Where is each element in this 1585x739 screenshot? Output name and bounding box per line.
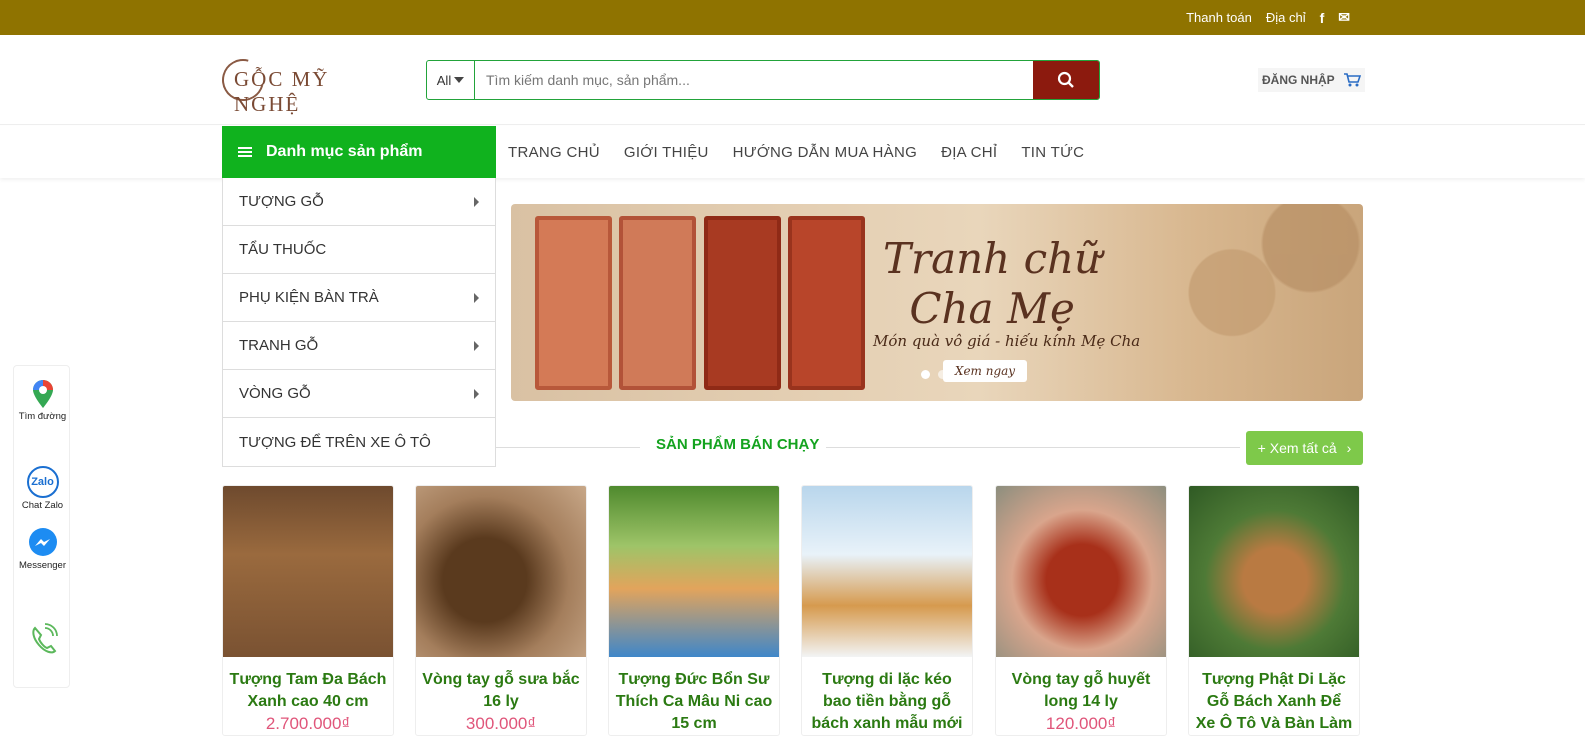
product-card[interactable]: Tượng di lặc kéo bao tiền bằng gỗ bách x… xyxy=(801,485,973,736)
banner-panel-image xyxy=(704,216,781,390)
hamburger-icon xyxy=(238,147,252,157)
section-divider xyxy=(826,447,1240,448)
sidebar-item-wood-statue[interactable]: TƯỢNG GỖ xyxy=(223,178,495,226)
product-name[interactable]: Tượng Phật Di Lặc Gỗ Bách Xanh Để Xe Ô T… xyxy=(1189,657,1359,735)
product-name[interactable]: Tượng di lặc kéo bao tiền bằng gỗ bách x… xyxy=(802,657,972,735)
product-card[interactable]: Vòng tay gỗ sưa bắc 16 ly 300.000₫ xyxy=(415,485,587,736)
sidebar-item-bracelet[interactable]: VÒNG GỖ xyxy=(223,370,495,418)
product-image[interactable] xyxy=(223,486,393,657)
mail-icon[interactable]: ✉ xyxy=(1338,9,1350,26)
nav-news[interactable]: TIN TỨC xyxy=(1021,144,1084,161)
floating-contact-bar: Tìm đường Zalo Chat Zalo Messenger xyxy=(13,365,70,688)
product-name[interactable]: Tượng Đức Bổn Sư Thích Ca Mâu Ni cao 15 … xyxy=(609,657,779,735)
banner-panel-image xyxy=(619,216,696,390)
category-menu-label: Danh mục sản phẩm xyxy=(266,143,423,160)
search-button[interactable] xyxy=(1033,61,1099,99)
messenger-button[interactable]: Messenger xyxy=(14,528,71,571)
banner-carving-image xyxy=(1101,204,1363,401)
sidebar-item-label: TRANH GỖ xyxy=(239,337,319,354)
category-menu-button[interactable]: Danh mục sản phẩm xyxy=(222,126,496,178)
product-card[interactable]: Tượng Đức Bổn Sư Thích Ca Mâu Ni cao 15 … xyxy=(608,485,780,736)
see-all-button[interactable]: + Xem tất cả › xyxy=(1246,431,1363,465)
sidebar-item-wood-painting[interactable]: TRANH GỖ xyxy=(223,322,495,370)
logo-text: GỖC MỸ NGHỆ xyxy=(234,67,330,116)
login-label: ĐĂNG NHẬP xyxy=(1262,73,1335,87)
sidebar-item-label: TẨU THUỐC xyxy=(239,241,327,258)
main-menu: TRANG CHỦ GIỚI THIỆU HƯỚNG DẪN MUA HÀNG … xyxy=(508,126,1084,178)
search-input[interactable] xyxy=(475,61,1033,99)
sidebar-item-label: TƯỢNG GỖ xyxy=(239,193,324,210)
facebook-icon[interactable]: f xyxy=(1320,10,1325,26)
product-price: 120.000₫ xyxy=(1045,714,1117,733)
product-image[interactable] xyxy=(1189,486,1359,657)
category-sidebar: TƯỢNG GỖ TẨU THUỐC PHỤ KIỆN BÀN TRÀ TRAN… xyxy=(222,178,496,467)
site-logo[interactable]: GỖC MỸ NGHỆ xyxy=(214,51,402,116)
product-card[interactable]: Tượng Phật Di Lặc Gỗ Bách Xanh Để Xe Ô T… xyxy=(1188,485,1360,736)
chevron-right-icon xyxy=(474,340,479,351)
sidebar-item-car-statue[interactable]: TƯỢNG ĐỂ TRÊN XE Ô TÔ xyxy=(223,418,495,466)
sidebar-item-label: TƯỢNG ĐỂ TRÊN XE Ô TÔ xyxy=(239,433,431,451)
directions-label: Tìm đường xyxy=(18,411,67,422)
banner-panel-image xyxy=(535,216,612,390)
search-icon xyxy=(1057,71,1074,88)
see-all-label: + Xem tất cả xyxy=(1257,440,1337,456)
nav-address[interactable]: ĐỊA CHỈ xyxy=(941,144,997,161)
chevron-right-icon xyxy=(474,292,479,303)
carousel-dot[interactable] xyxy=(921,370,930,379)
section-divider xyxy=(496,447,640,448)
zalo-icon: Zalo xyxy=(26,466,59,498)
sidebar-item-pipe[interactable]: TẨU THUỐC xyxy=(223,226,495,274)
banner-title-line1: Tranh chữ xyxy=(883,234,1102,283)
section-title: SẢN PHẨM BÁN CHẠY xyxy=(656,436,820,453)
product-price: 300.000₫ xyxy=(465,714,537,733)
messenger-icon xyxy=(28,528,57,556)
nav-home[interactable]: TRANG CHỦ xyxy=(508,144,600,161)
banner-subtitle: Món quà vô giá - hiếu kính Mẹ Cha xyxy=(873,332,1141,350)
address-link[interactable]: Địa chỉ xyxy=(1266,10,1306,25)
product-image[interactable] xyxy=(416,486,586,657)
chevron-down-icon xyxy=(454,77,465,83)
payment-link[interactable]: Thanh toán xyxy=(1186,10,1252,25)
sidebar-item-label: VÒNG GỖ xyxy=(239,385,311,402)
product-card[interactable]: Vòng tay gỗ huyết long 14 ly 120.000₫ xyxy=(995,485,1167,736)
nav-about[interactable]: GIỚI THIỆU xyxy=(624,144,709,161)
search-category-select[interactable]: All xyxy=(427,61,475,99)
hero-banner[interactable]: Tranh chữ Cha Mẹ Món quà vô giá - hiếu k… xyxy=(511,204,1363,401)
search-category-label: All xyxy=(436,72,452,88)
nav-guide[interactable]: HƯỚNG DẪN MUA HÀNG xyxy=(733,144,917,161)
cart-icon[interactable] xyxy=(1343,72,1361,88)
chevron-right-icon xyxy=(474,196,479,207)
product-image[interactable] xyxy=(609,486,779,657)
product-card[interactable]: Tượng Tam Đa Bách Xanh cao 40 cm 2.700.0… xyxy=(222,485,394,736)
banner-title: Tranh chữ Cha Mẹ xyxy=(883,234,1101,334)
search-bar: All xyxy=(426,60,1100,100)
banner-cta-button[interactable]: Xem ngay xyxy=(943,360,1027,382)
login-button[interactable]: ĐĂNG NHẬP xyxy=(1258,68,1365,92)
banner-panel-image xyxy=(788,216,865,390)
site-header: GỖC MỸ NGHỆ All ĐĂNG NHẬP xyxy=(0,35,1585,125)
product-price: 2.700.000₫ xyxy=(265,714,351,733)
product-name[interactable]: Tượng Tam Đa Bách Xanh cao 40 cm xyxy=(223,657,393,713)
banner-title-line2: Cha Mẹ xyxy=(909,284,1075,333)
call-button[interactable] xyxy=(14,622,71,660)
phone-icon xyxy=(31,623,58,654)
product-name[interactable]: Vòng tay gỗ huyết long 14 ly xyxy=(996,657,1166,713)
product-image[interactable] xyxy=(802,486,972,657)
messenger-label: Messenger xyxy=(19,560,66,571)
product-image[interactable] xyxy=(996,486,1166,657)
chevron-right-icon xyxy=(474,388,479,399)
sidebar-item-tea-accessories[interactable]: PHỤ KIỆN BÀN TRÀ xyxy=(223,274,495,322)
directions-button[interactable]: Tìm đường xyxy=(14,379,71,422)
top-bar: Thanh toán Địa chỉ f ✉ xyxy=(0,0,1585,35)
zalo-button[interactable]: Zalo Chat Zalo xyxy=(14,466,71,511)
zalo-label: Chat Zalo xyxy=(21,500,64,511)
chevron-right-icon: › xyxy=(1346,440,1352,456)
sidebar-item-label: PHỤ KIỆN BÀN TRÀ xyxy=(239,289,379,306)
product-name[interactable]: Vòng tay gỗ sưa bắc 16 ly xyxy=(416,657,586,713)
map-pin-icon xyxy=(32,380,53,408)
